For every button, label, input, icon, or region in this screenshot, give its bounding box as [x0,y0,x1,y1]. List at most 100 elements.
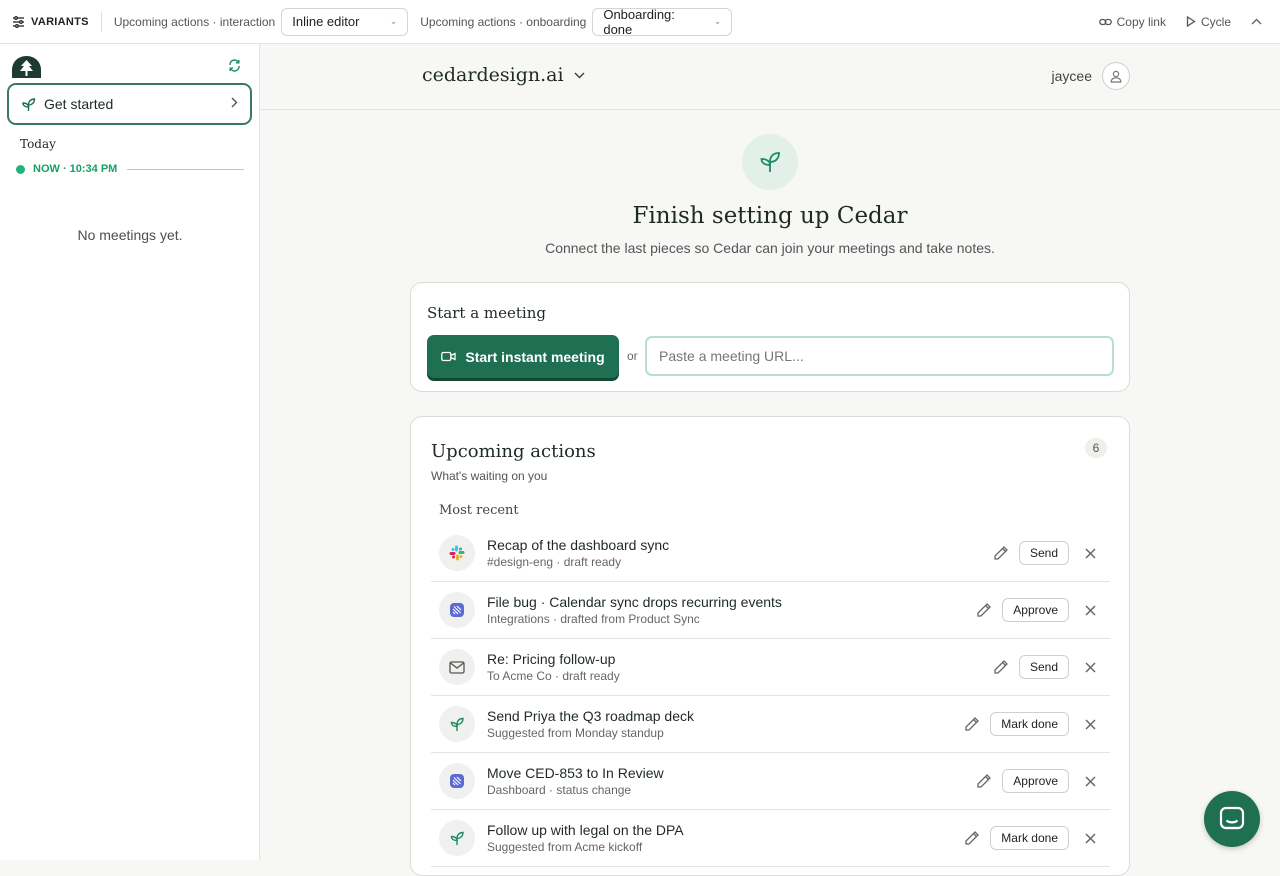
user-name: jaycee [1051,68,1092,84]
video-icon [441,351,457,362]
action-primary-button[interactable]: Send [1018,655,1069,679]
workspace-switcher[interactable]: cedardesign.ai [422,64,585,86]
close-icon[interactable] [1085,775,1096,787]
slack-icon [439,535,475,571]
action-primary-button[interactable]: Mark done [990,712,1069,736]
refresh-icon[interactable] [228,59,241,72]
action-text: Move CED-853 to In Review Dashboard · sta… [487,765,664,797]
action-controls: Mark done [964,826,1110,850]
copy-link-button[interactable]: Copy link [1098,14,1166,29]
sprout-icon [742,134,798,190]
sliders-icon [13,15,24,28]
onboarding-select-value: Onboarding: done [603,6,675,37]
sprout-icon [439,706,475,742]
action-meta: Suggested from Acme kickoff [487,840,643,854]
action-title: Move CED-853 to In Review [487,765,664,781]
cycle-label: Cycle [1200,14,1231,29]
upcoming-actions-title: Upcoming actions [431,441,596,462]
edit-icon[interactable] [993,659,1009,675]
page-title: Finish setting up Cedar [632,203,908,229]
start-meeting-title: Start a meeting [427,304,546,322]
variants-label: VARIANTS [31,15,89,28]
interaction-select-value: Inline editor [292,14,360,29]
empty-meetings-text: No meetings yet. [77,227,183,243]
onboarding-label: Upcoming actions · onboarding [420,14,587,29]
edit-icon[interactable] [993,545,1009,561]
action-meta: Suggested from Monday standup [487,726,664,740]
action-controls: Approve [976,769,1110,793]
now-indicator: NOW · 10:34 PM [16,163,244,175]
close-icon[interactable] [1085,832,1096,844]
variants-brand[interactable]: VARIANTS [12,11,102,32]
now-time: NOW · 10:34 PM [33,163,118,175]
variants-toolbar: VARIANTS Upcoming actions · interaction … [0,0,1280,44]
chevron-down-icon: ⌄ [713,16,722,26]
sidebar: Get started Today NOW · 10:34 PM No meet… [0,44,260,860]
now-line [127,168,244,170]
action-text: Send Priya the Q3 roadmap deck Suggested … [487,708,694,740]
action-text: File bug · Calendar sync drops recurring… [487,594,782,626]
sprout-icon [21,97,36,112]
start-meeting-card: Start a meeting Start instant meeting or [410,282,1130,392]
meeting-url-input[interactable] [645,336,1114,376]
action-row[interactable]: File bug · Calendar sync drops recurring… [431,582,1110,639]
sidebar-header [0,44,259,82]
action-row[interactable]: Send Priya the Q3 roadmap deck Suggested … [431,696,1110,753]
chat-launcher-button[interactable] [1204,791,1260,847]
action-text: Re: Pricing follow-up To Acme Co · draft … [487,651,620,683]
close-icon[interactable] [1085,718,1096,730]
action-title: Re: Pricing follow-up [487,651,616,667]
chevron-right-icon [231,97,238,111]
get-started-label: Get started [44,96,114,112]
edit-icon[interactable] [964,716,980,732]
chevron-up-icon[interactable] [1251,18,1262,25]
action-meta: Dashboard · status change [487,783,632,797]
cedar-logo-icon[interactable] [12,56,41,78]
interaction-select[interactable]: Inline editor ⌄ [281,7,409,36]
upcoming-count-badge: 6 [1085,438,1107,458]
mail-icon [439,649,475,685]
action-primary-button[interactable]: Mark done [990,826,1069,850]
chevron-down-icon [574,68,585,82]
action-row[interactable]: Re: Pricing follow-up To Acme Co · draft … [431,639,1110,696]
user-menu[interactable]: jaycee [1052,62,1130,90]
chat-icon [1219,806,1245,830]
linear-icon [439,763,475,799]
workspace-name: cedardesign.ai [422,64,564,86]
action-list: Recap of the dashboard sync #design-eng ·… [431,525,1110,867]
edit-icon[interactable] [976,602,992,618]
now-dot [16,164,25,174]
action-text: Follow up with legal on the DPA Suggested… [487,822,684,854]
action-title: Recap of the dashboard sync [487,537,670,553]
variants-actions: Copy link Cycle [1098,14,1268,29]
action-primary-button[interactable]: Approve [1002,769,1069,793]
copy-link-label: Copy link [1116,14,1166,29]
today-heading: Today [20,137,56,151]
or-divider: or [627,349,638,363]
start-instant-meeting-label: Start instant meeting [465,348,605,365]
get-started-button[interactable]: Get started [7,83,252,125]
edit-icon[interactable] [976,773,992,789]
most-recent-heading: Most recent [439,503,519,518]
onboarding-select[interactable]: Onboarding: done ⌄ [592,6,733,37]
action-row[interactable]: Follow up with legal on the DPA Suggested… [431,810,1110,867]
action-title: Send Priya the Q3 roadmap deck [487,708,695,724]
action-primary-button[interactable]: Approve [1002,598,1069,622]
avatar [1102,62,1130,90]
close-icon[interactable] [1085,604,1096,616]
action-controls: Approve [976,598,1110,622]
linear-icon [439,592,475,628]
edit-icon[interactable] [964,830,980,846]
close-icon[interactable] [1085,547,1096,559]
action-primary-button[interactable]: Send [1018,541,1069,565]
cycle-button[interactable]: Cycle [1186,15,1231,29]
start-instant-meeting-button[interactable]: Start instant meeting [427,335,619,378]
action-row[interactable]: Recap of the dashboard sync #design-eng ·… [431,525,1110,582]
action-meta: Integrations · drafted from Product Sync [487,612,700,626]
action-text: Recap of the dashboard sync #design-eng ·… [487,537,669,569]
link-icon [1098,18,1112,25]
action-row[interactable]: Move CED-853 to In Review Dashboard · sta… [431,753,1110,810]
action-meta: To Acme Co · draft ready [487,669,620,683]
close-icon[interactable] [1085,661,1096,673]
action-controls: Send [993,541,1110,565]
